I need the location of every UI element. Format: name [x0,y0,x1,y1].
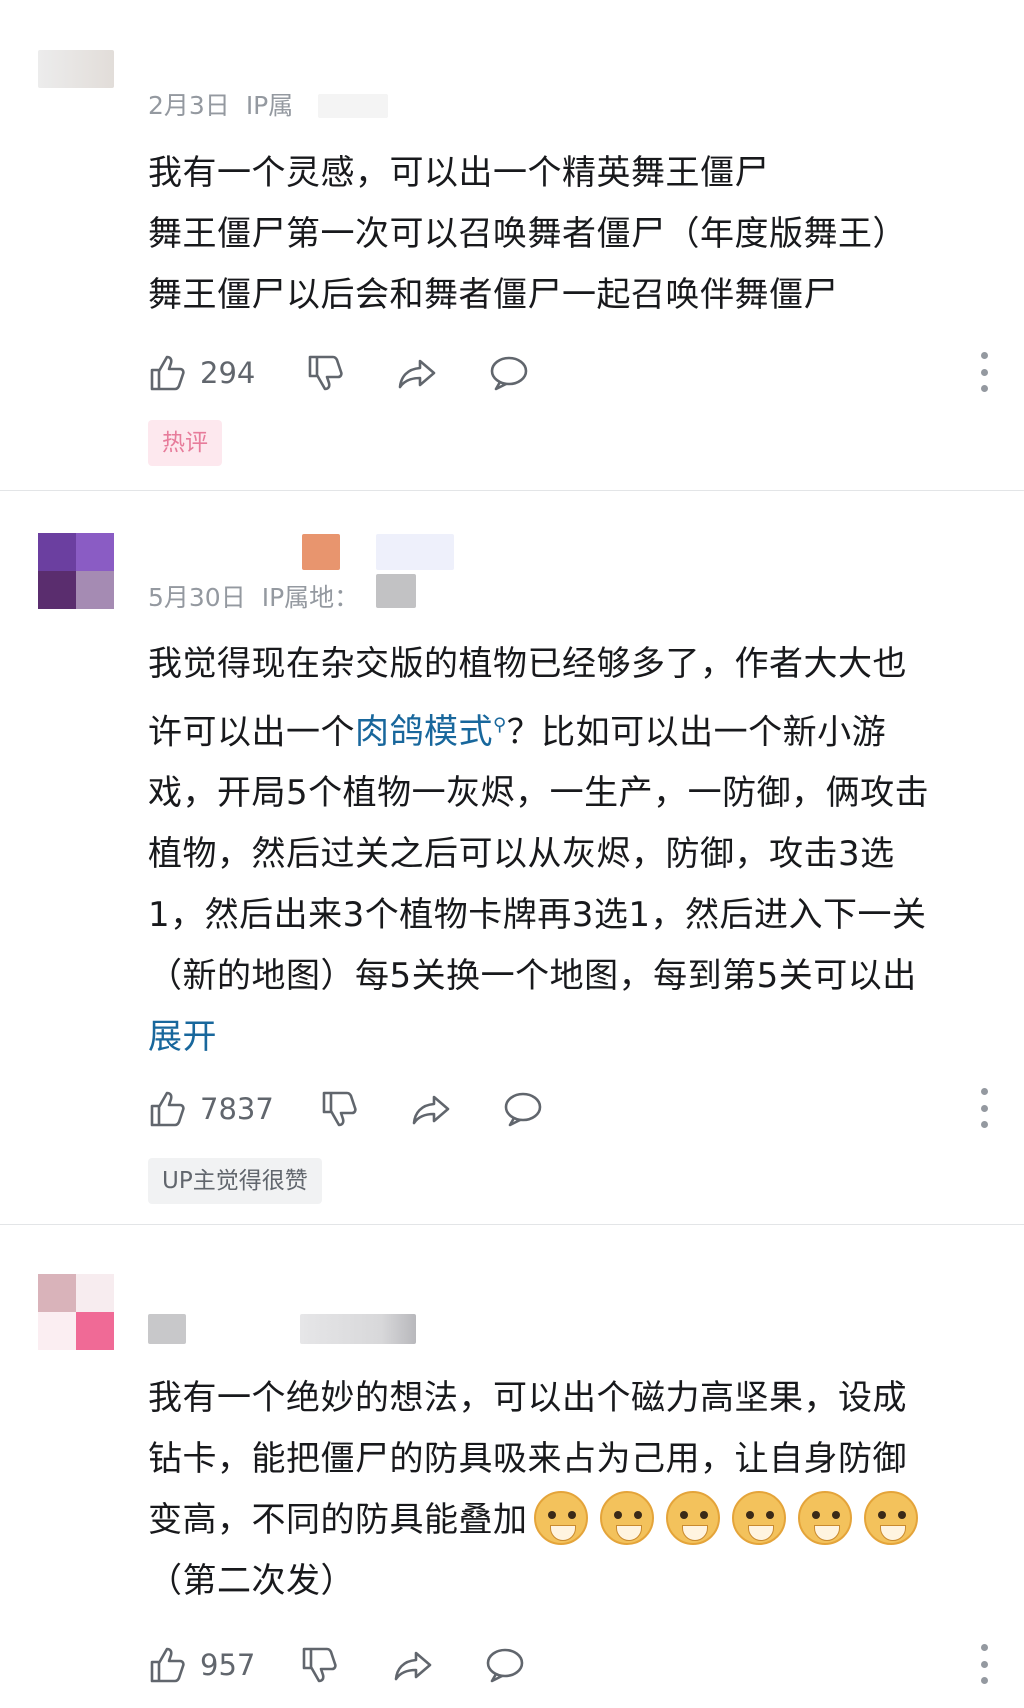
up-liked-tag: UP主觉得很赞 [148,1158,322,1204]
share-icon [392,1645,434,1685]
share-icon [410,1089,452,1129]
comment-text: 我有一个灵感，可以出一个精英舞王僵尸 舞王僵尸第一次可以召唤舞者僵尸（年度版舞王… [148,143,988,326]
comment-line: 舞王僵尸以后会和舞者僵尸一起召唤伴舞僵尸 [148,275,838,315]
comment-line: 我有一个绝妙的想法，可以出个磁力高坚果，设成 [148,1378,907,1418]
thumbs-down-icon [320,1089,360,1129]
comment-line-text: 许可以出一个 [148,712,355,753]
reply-icon [502,1089,544,1129]
share-button[interactable] [396,348,438,398]
doge-emoji-icon [599,1490,654,1545]
hot-comment-tag: 热评 [148,420,222,466]
comment-line-text: 变高，不同的防具能叠加 [148,1500,528,1540]
comment-actions: 294 [148,348,988,398]
avatar[interactable] [38,533,114,609]
avatar[interactable] [38,50,114,88]
comment-line-text: ？比如可以出一个新小游 [506,712,887,753]
comment-line: （新的地图）每5关换一个地图，每到第5关可以出 [148,956,917,997]
ip-location: IP属 [245,91,294,120]
doge-emoji-icon [731,1490,786,1545]
ip-location: IP属地： [261,583,360,612]
more-icon[interactable] [980,1644,988,1684]
comment-actions: 957 [148,1640,988,1690]
username[interactable] [148,1314,186,1344]
user-badge [300,1314,416,1344]
ip-location-value [376,574,416,608]
comment-date: 2月3日 [148,91,230,120]
comment-line: 我觉得现在杂交版的植物已经够多了，作者大大也 [148,644,907,684]
doge-emoji-icon [665,1490,720,1545]
comment-meta: 5月30日 IP属地： [148,578,359,614]
like-count: 957 [200,1648,256,1682]
reply-button[interactable] [502,1084,544,1134]
reply-button[interactable] [484,1640,526,1690]
dislike-button[interactable] [306,348,346,398]
comment-line: 钻卡，能把僵尸的防具吸来占为己用，让自身防御 [148,1439,907,1479]
share-icon [396,353,438,393]
comment-text: 我觉得现在杂交版的植物已经够多了，作者大大也 许可以出一个肉鸽模式⚲？比如可以出… [148,634,988,1068]
comment-line: 舞王僵尸第一次可以召唤舞者僵尸（年度版舞王） [148,214,907,254]
comment-line: 植物，然后过关之后可以从灰烬，防御，攻击3选 [148,834,895,875]
like-button[interactable]: 294 [148,348,255,398]
comment-line: 许可以出一个肉鸽模式⚲？比如可以出一个新小游 [148,695,988,763]
dislike-button[interactable] [300,1640,340,1690]
comment-line: 1，然后出来3个植物卡牌再3选1，然后进入下一关 [148,895,927,936]
search-link-text: 肉鸽模式 [355,712,493,753]
more-icon[interactable] [980,1088,988,1128]
thumbs-up-icon [148,353,188,393]
thumbs-down-icon [306,353,346,393]
share-button[interactable] [410,1084,452,1134]
thumbs-up-icon [148,1645,188,1685]
user-badge [376,534,454,570]
share-button[interactable] [392,1640,434,1690]
comment-date: 5月30日 [148,583,246,612]
like-count: 7837 [200,1092,274,1126]
doge-emoji-icon [863,1490,918,1545]
like-count: 294 [200,356,256,390]
expand-link[interactable]: 展开 [148,1007,988,1068]
like-button[interactable]: 7837 [148,1084,274,1134]
reply-icon [488,353,530,393]
divider [0,490,1024,491]
reply-icon [484,1645,526,1685]
avatar[interactable] [38,1274,114,1350]
doge-emoji-icon [797,1490,852,1545]
search-link[interactable]: 肉鸽模式⚲ [355,712,507,752]
comment-line: （第二次发） [148,1561,355,1601]
search-icon: ⚲ [493,715,507,736]
comment-text: 我有一个绝妙的想法，可以出个磁力高坚果，设成 钻卡，能把僵尸的防具吸来占为己用，… [148,1368,988,1612]
divider [0,1224,1024,1225]
comment-line: 我有一个灵感，可以出一个精英舞王僵尸 [148,153,769,193]
comment-meta: 2月3日 IP属 [148,86,309,122]
comment-actions: 7837 [148,1084,988,1134]
dislike-button[interactable] [320,1084,360,1134]
more-icon[interactable] [980,352,988,392]
thumbs-up-icon [148,1089,188,1129]
comment-line: 变高，不同的防具能叠加 [148,1490,988,1551]
like-button[interactable]: 957 [148,1640,255,1690]
ip-location-value [318,94,388,118]
comment-line: 戏，开局5个植物一灰烬，一生产，一防御，俩攻击 [148,773,930,814]
doge-emoji-icon [533,1490,588,1545]
reply-button[interactable] [488,348,530,398]
username[interactable] [302,534,340,570]
thumbs-down-icon [300,1645,340,1685]
